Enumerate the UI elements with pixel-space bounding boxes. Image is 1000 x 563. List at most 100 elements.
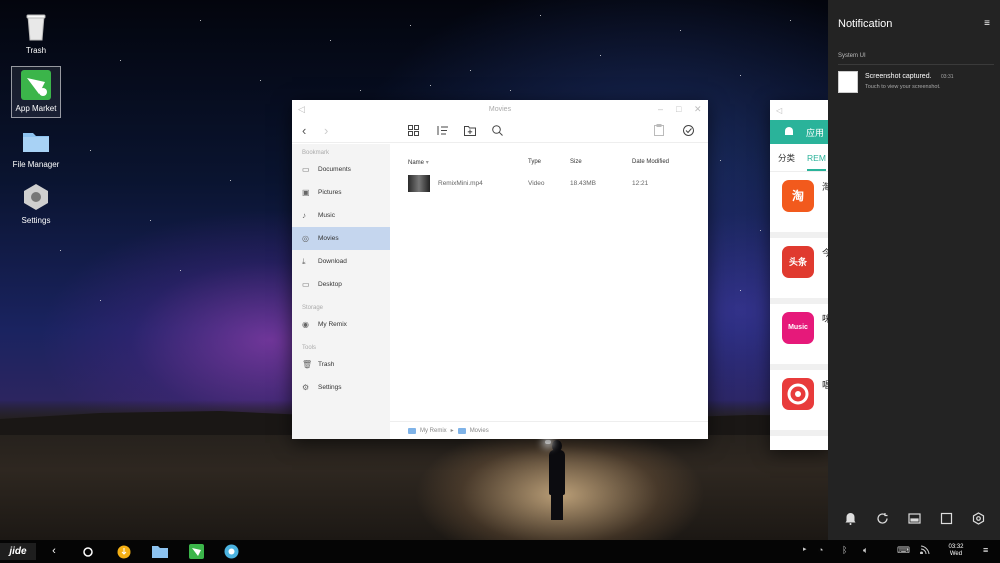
notification-toggle-icon[interactable]: ≡ <box>983 545 988 555</box>
desktop-icon-file-manager[interactable]: File Manager <box>11 126 61 169</box>
sidebar-item-desktop[interactable]: ▭ Desktop <box>292 273 390 296</box>
toutiao-app-icon: 头条 <box>782 246 814 278</box>
start-menu-logo-icon[interactable]: jide <box>0 543 36 560</box>
select-check-icon[interactable] <box>683 124 694 139</box>
taobao-app-icon: 淘 <box>782 180 814 212</box>
app-market-window: ◁ 应用 分类 REM 淘 淘 头条 今 Music 咪 唱 <box>770 100 830 450</box>
sidebar-item-label: Download <box>318 258 347 265</box>
sing-app-icon <box>782 378 814 410</box>
notification-item-title: Screenshot captured. <box>865 73 932 80</box>
back-icon[interactable]: ‹ <box>46 543 62 560</box>
taskbar-media-player-icon[interactable] <box>222 543 240 560</box>
bell-icon[interactable] <box>844 512 857 528</box>
app-card[interactable]: 头条 今 <box>770 238 830 304</box>
desktop-icon-label: App Market <box>15 104 57 113</box>
clipboard-icon[interactable] <box>654 124 664 139</box>
home-circle-icon[interactable] <box>80 543 96 560</box>
sidebar-item-label: Pictures <box>318 189 342 196</box>
file-manager-window: ◁ Movies – □ ✕ ‹ › Bookmark ▭ Documents ▣… <box>292 100 708 439</box>
new-folder-icon[interactable] <box>464 124 476 139</box>
desktop-icon-app-market[interactable]: App Market <box>11 66 61 118</box>
sidebar-item-documents[interactable]: ▭ Documents <box>292 158 390 181</box>
column-header-size[interactable]: Size <box>570 159 582 165</box>
android-icon <box>784 126 794 138</box>
wifi-icon[interactable] <box>920 545 930 556</box>
sidebar-item-pictures[interactable]: ▣ Pictures <box>292 181 390 204</box>
quick-settings-bar <box>828 512 1000 528</box>
app-card[interactable]: 唱 <box>770 370 830 436</box>
file-name: RemixMini.mp4 <box>438 180 483 187</box>
sidebar-item-label: Music <box>318 212 335 219</box>
sidebar-item-movies[interactable]: ◎ Movies <box>292 227 390 250</box>
maximize-icon[interactable]: □ <box>676 104 681 114</box>
breadcrumb-item[interactable]: Movies <box>470 428 489 434</box>
clock-day: Wed <box>949 551 963 557</box>
person-silhouette <box>547 440 567 520</box>
sidebar-item-music[interactable]: ♪ Music <box>292 204 390 227</box>
desktop-icon-settings[interactable]: Settings <box>11 182 61 225</box>
desktop-monitor-icon: ▭ <box>302 279 310 289</box>
column-header-date[interactable]: Date Modified <box>632 159 669 165</box>
back-icon[interactable]: ‹ <box>302 123 306 138</box>
desktop-icon-label: Settings <box>21 216 51 225</box>
picture-icon: ▣ <box>302 187 310 197</box>
sidebar-item-download[interactable]: ⤓ Download <box>292 250 390 273</box>
volume-icon[interactable]: 🔈︎ <box>863 545 868 556</box>
file-manager-toolbar: ‹ › <box>292 120 708 143</box>
sidebar-section-bookmark: Bookmark <box>302 150 330 156</box>
rotate-icon[interactable] <box>876 512 889 528</box>
notification-item-time: 03:31 <box>941 74 954 80</box>
sidebar-section-storage: Storage <box>302 305 324 311</box>
breadcrumb: My Remix ▸ Movies <box>390 421 708 439</box>
clear-all-icon[interactable]: ≡ <box>984 18 990 29</box>
gear-icon: ⚙ <box>302 382 310 392</box>
sidebar-item-label: Desktop <box>318 281 342 288</box>
breadcrumb-item[interactable]: My Remix <box>420 428 447 434</box>
bluetooth-icon[interactable]: ᛒ <box>842 545 847 555</box>
desktop-icon-trash[interactable]: Trash <box>11 12 61 55</box>
taskbar-app-market-icon[interactable] <box>187 543 205 560</box>
screenshot-thumbnail-icon <box>838 71 858 93</box>
sidebar-item-label: Documents <box>318 166 351 173</box>
taskbar-file-manager-icon[interactable] <box>151 543 169 560</box>
grid-view-icon[interactable] <box>408 124 419 139</box>
music-note-icon: ♪ <box>302 210 306 220</box>
minimize-icon[interactable]: – <box>658 104 663 114</box>
app-orange-circle-icon[interactable] <box>116 543 132 560</box>
tab-category[interactable]: 分类 <box>778 152 795 164</box>
user-icon: ◉ <box>302 319 309 329</box>
column-header-type[interactable]: Type <box>528 159 541 165</box>
app-market-tabs: 分类 REM <box>770 144 830 172</box>
tablet-icon[interactable] <box>907 512 921 528</box>
search-icon[interactable] <box>492 124 503 139</box>
window-title: Movies <box>488 106 512 113</box>
sidebar-item-settings[interactable]: ⚙ Settings <box>292 376 390 399</box>
sort-arrow-icon: ▾ <box>425 160 429 166</box>
speed-gauge-icon[interactable]: ◔ <box>818 545 823 555</box>
notification-group: System UI <box>838 53 866 59</box>
app-card[interactable]: Music 咪 <box>770 304 830 370</box>
notification-item-subtitle: Touch to view your screenshot. <box>865 84 941 90</box>
window-titlebar[interactable]: ◁ Movies – □ ✕ <box>292 100 708 120</box>
tab-rem[interactable]: REM <box>807 153 826 171</box>
window-mode-icon[interactable] <box>940 512 953 528</box>
sidebar-item-my-remix[interactable]: ◉ My Remix <box>292 313 390 336</box>
column-header-name[interactable]: Name ▾ <box>408 159 429 166</box>
download-icon: ⤓ <box>302 256 306 266</box>
divider <box>838 64 994 65</box>
notification-item[interactable]: Screenshot captured. 03:31 Touch to view… <box>838 71 992 97</box>
sidebar-item-trash[interactable]: 🗑︎ Trash <box>292 353 390 376</box>
forward-icon[interactable]: › <box>324 123 328 138</box>
tray-expand-icon[interactable]: ▸ <box>803 545 807 553</box>
sidebar-item-label: My Remix <box>318 321 347 328</box>
file-size: 18.43MB <box>570 180 597 187</box>
settings-icon[interactable] <box>972 512 985 528</box>
clock[interactable]: 03:32 Wed <box>940 544 972 558</box>
sidebar-item-label: Movies <box>318 235 339 242</box>
keyboard-icon[interactable]: ⌨︎ <box>897 545 910 556</box>
sort-icon[interactable] <box>436 124 448 139</box>
window-titlebar[interactable]: ◁ <box>770 100 830 120</box>
close-icon[interactable]: ✕ <box>694 104 702 115</box>
app-card[interactable]: 淘 淘 <box>770 172 830 238</box>
window-menu-icon[interactable]: ◁ <box>776 106 782 115</box>
